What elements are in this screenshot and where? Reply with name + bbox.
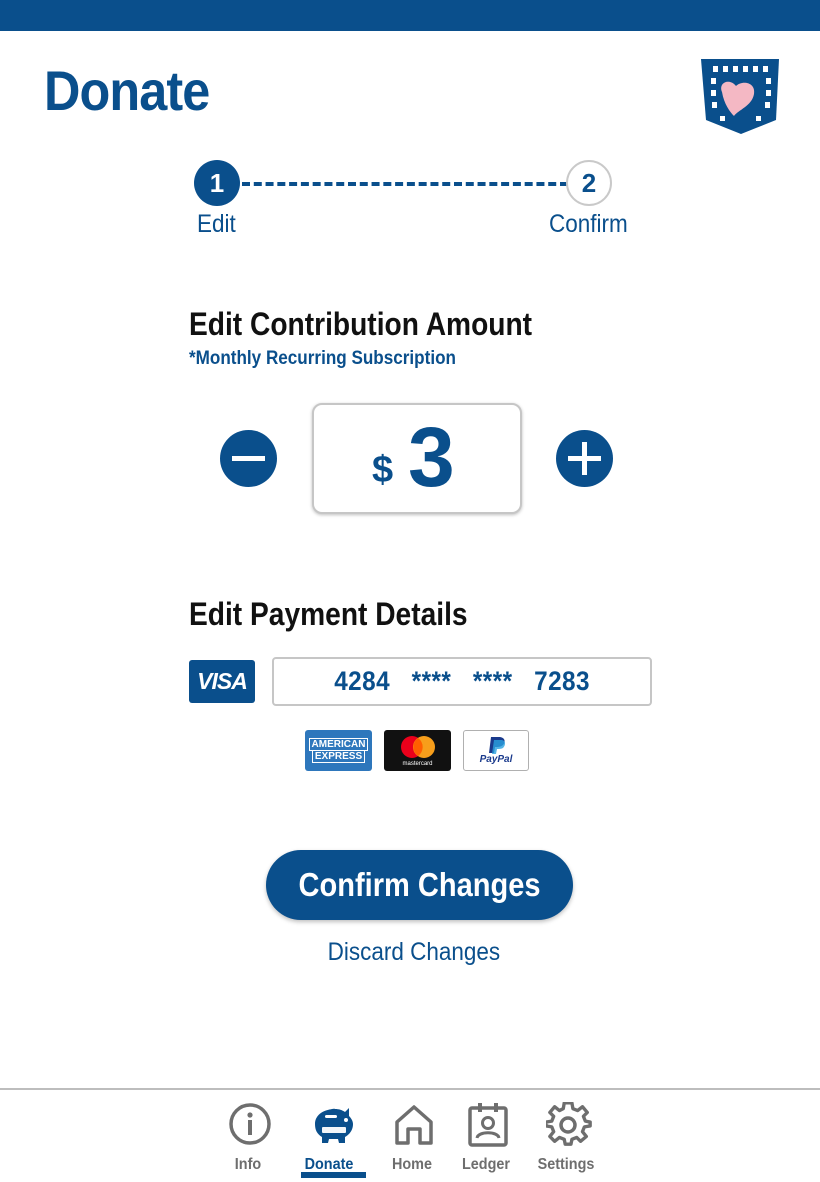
mastercard-logo[interactable]: mastercard [384, 730, 451, 771]
nav-label-home: Home [391, 1156, 432, 1173]
card-number-field[interactable]: 4284 **** **** 7283 [272, 657, 652, 706]
active-tab-indicator [301, 1172, 366, 1178]
nav-item-settings[interactable]: Settings [526, 1100, 606, 1180]
amex-logo[interactable]: AMERICAN EXPRESS [305, 730, 372, 771]
ledger-icon [468, 1103, 508, 1147]
piggy-bank-icon [315, 1108, 353, 1143]
confirm-changes-label: Confirm Changes [298, 866, 541, 903]
status-bar [0, 0, 820, 31]
currency-symbol: $ [372, 449, 394, 491]
step-2-indicator: 2 [566, 160, 612, 206]
nav-item-donate[interactable]: Donate [289, 1100, 369, 1180]
nav-item-ledger[interactable]: Ledger [446, 1100, 526, 1180]
nav-label-info: Info [234, 1156, 262, 1173]
visa-logo: VISA [189, 660, 255, 703]
payment-heading: Edit Payment Details [189, 596, 468, 632]
paypal-label: PayPal [479, 754, 513, 765]
bottom-nav: Info Donate Home Ledger Settings [0, 1088, 820, 1182]
discard-changes-link[interactable]: Discard Changes [0, 938, 820, 967]
gear-icon [546, 1102, 592, 1146]
decrease-amount-button[interactable] [220, 430, 277, 487]
confirm-changes-button[interactable]: Confirm Changes [266, 850, 573, 920]
paypal-logo[interactable]: PayPal [463, 730, 529, 771]
app-logo [700, 56, 782, 136]
nav-item-home[interactable]: Home [372, 1100, 452, 1180]
page-title: Donate [44, 59, 210, 122]
step-2-label: Confirm [549, 210, 628, 238]
info-icon [229, 1103, 271, 1145]
amex-label-line1: AMERICAN [308, 738, 369, 751]
increase-amount-button[interactable] [556, 430, 613, 487]
home-icon [395, 1105, 433, 1145]
amount-value: 3 [408, 410, 455, 504]
card-brand-label: VISA [197, 668, 248, 694]
nav-label-ledger: Ledger [461, 1156, 511, 1173]
mastercard-label: mastercard [402, 761, 433, 767]
amex-label-line2: EXPRESS [311, 751, 366, 763]
plus-icon [568, 442, 601, 475]
step-1-indicator: 1 [194, 160, 240, 206]
card-number-value: 4284 **** **** 7283 [334, 666, 590, 696]
contribution-heading: Edit Contribution Amount [189, 306, 533, 342]
minus-icon [232, 456, 265, 461]
nav-item-info[interactable]: Info [208, 1100, 288, 1180]
step-1-label: Edit [197, 210, 236, 238]
amount-display[interactable]: $ 3 [312, 403, 522, 514]
nav-label-settings: Settings [537, 1156, 595, 1173]
discard-changes-label: Discard Changes [327, 938, 501, 966]
subscription-note: *Monthly Recurring Subscription [189, 348, 456, 369]
stepper-connector [242, 182, 568, 186]
